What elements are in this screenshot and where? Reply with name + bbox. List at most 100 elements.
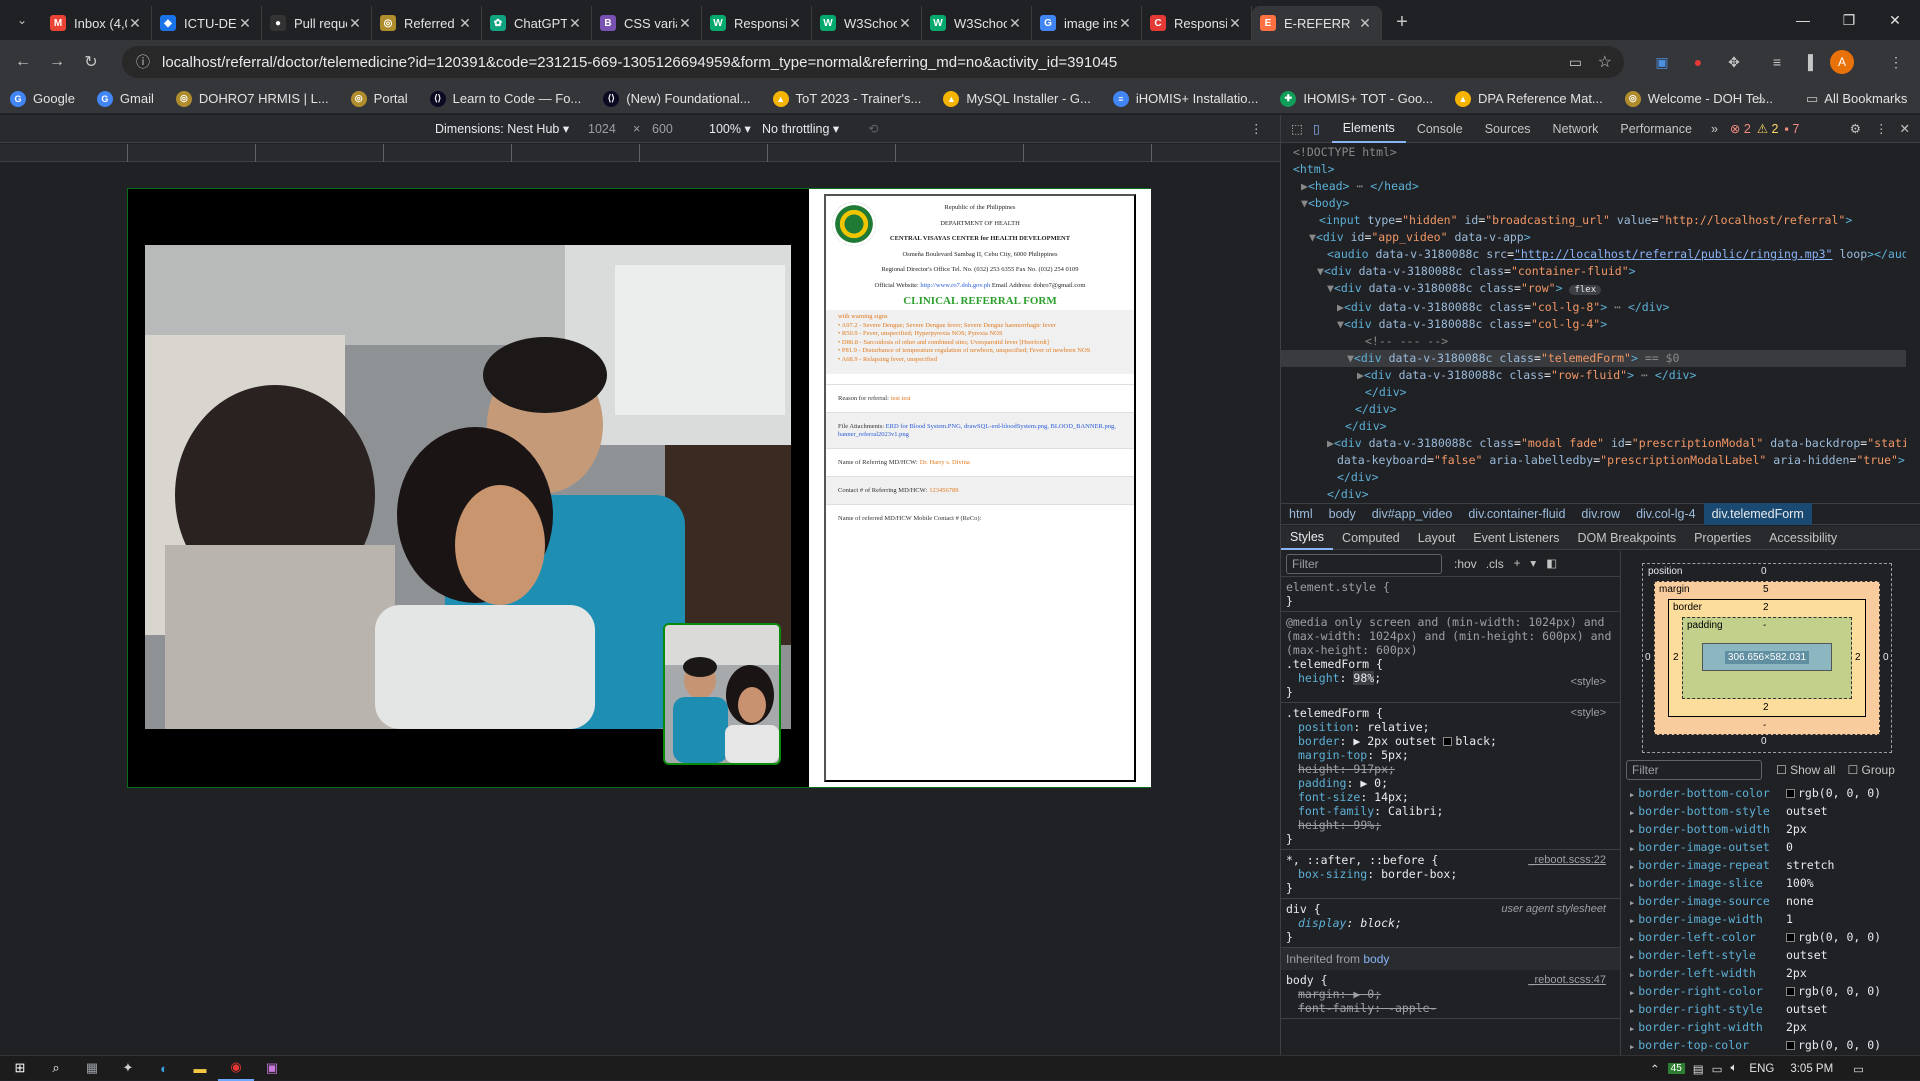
bm-content-size[interactable]: 306.656×582.031 bbox=[1724, 650, 1810, 664]
dom-line[interactable]: </div> bbox=[1281, 418, 1906, 435]
tab-close-icon[interactable]: ✕ bbox=[677, 15, 693, 32]
computed-property[interactable]: border-image-repeatstretch bbox=[1624, 857, 1912, 875]
new-tab-button[interactable]: + bbox=[1388, 8, 1416, 36]
computed-property[interactable]: border-image-outset0 bbox=[1624, 839, 1912, 857]
tab-close-icon[interactable]: ✕ bbox=[237, 15, 253, 32]
bookmark-item[interactable]: ▲ ToT 2023 - Trainer's... bbox=[772, 90, 921, 107]
css-property-overridden[interactable]: height: 917px; bbox=[1286, 762, 1615, 776]
computed-property[interactable]: border-image-width1 bbox=[1624, 911, 1912, 929]
tab-search-icon[interactable]: ⌄ bbox=[8, 6, 36, 34]
device-menu-icon[interactable]: ⋮ bbox=[1250, 121, 1263, 136]
dom-line[interactable]: ▼<div data-v-3180088c class="row"> flex bbox=[1281, 280, 1906, 299]
inherited-body-link[interactable]: body bbox=[1363, 952, 1389, 966]
elements-subtab[interactable]: Event Listeners bbox=[1464, 526, 1568, 550]
warning-count[interactable]: ⚠ 2 bbox=[1757, 121, 1779, 136]
color-swatch[interactable] bbox=[1443, 737, 1453, 746]
style-rule-media[interactable]: @media only screen and (min-width: 1024p… bbox=[1281, 612, 1620, 703]
site-info-icon[interactable]: ⓘ bbox=[136, 52, 150, 72]
dom-line[interactable]: ▶<head> ⋯ </head> bbox=[1281, 178, 1906, 195]
device-dimensions-select[interactable]: Dimensions: Nest Hub ▾ bbox=[435, 121, 569, 136]
rule-source[interactable]: <style> bbox=[1571, 675, 1606, 689]
tab-close-icon[interactable]: ✕ bbox=[1227, 15, 1243, 32]
css-property[interactable]: position: relative; bbox=[1286, 720, 1615, 734]
edge-icon[interactable]: ◐ bbox=[146, 1056, 182, 1081]
browser-tab[interactable]: W Responsive✕ bbox=[702, 6, 812, 40]
group-checkbox[interactable]: ☐ Group bbox=[1847, 763, 1894, 777]
css-property[interactable]: display: block; bbox=[1286, 916, 1615, 930]
header-website-link[interactable]: http://www.ro7.doh.gov.ph bbox=[920, 282, 990, 289]
new-rule-icon[interactable]: + bbox=[1514, 557, 1521, 571]
device-toggle-icon[interactable]: ▯ bbox=[1309, 121, 1332, 136]
dom-line[interactable]: data-keyboard="false" aria-labelledby="p… bbox=[1281, 452, 1906, 469]
reload-button[interactable]: ↻ bbox=[74, 45, 108, 79]
browser-tab[interactable]: C Responsive I✕ bbox=[1142, 6, 1252, 40]
css-property[interactable]: box-sizing: border-box; bbox=[1286, 867, 1615, 881]
color-swatch[interactable] bbox=[1786, 987, 1795, 996]
dom-line[interactable]: ▶<div data-v-3180088c class="col-lg-8"> … bbox=[1281, 299, 1906, 316]
menu-kebab-icon[interactable]: ⋮ bbox=[1884, 50, 1908, 74]
browser-tab[interactable]: E E-REFERR ✕ bbox=[1252, 6, 1382, 40]
styles-filter-input[interactable]: Filter bbox=[1286, 553, 1442, 574]
bookmark-item[interactable]: ⟨⟩ (New) Foundational... bbox=[603, 90, 751, 107]
bookmark-item[interactable]: ▲ DPA Reference Mat... bbox=[1455, 90, 1603, 107]
style-rule-element[interactable]: element.style { } bbox=[1281, 577, 1620, 612]
language-indicator[interactable]: ENG bbox=[1749, 1063, 1774, 1075]
browser-tab[interactable]: W W3Schools T✕ bbox=[922, 6, 1032, 40]
browser-tab[interactable]: B CSS variable✕ bbox=[592, 6, 702, 40]
breadcrumb-item[interactable]: div.row bbox=[1573, 503, 1628, 525]
computed-property[interactable]: border-left-color rgb(0, 0, 0) bbox=[1624, 929, 1912, 947]
rule-source[interactable]: _reboot.scss:22 bbox=[1528, 853, 1606, 867]
elements-subtab[interactable]: Computed bbox=[1333, 526, 1409, 550]
network-icon[interactable]: ▤ bbox=[1693, 1062, 1704, 1076]
devtools-tab[interactable]: Elements bbox=[1331, 115, 1406, 143]
cast-icon[interactable]: ▭ bbox=[1569, 54, 1582, 71]
phpstorm-icon[interactable]: ▣ bbox=[254, 1056, 290, 1081]
dom-line[interactable]: </div> bbox=[1281, 486, 1906, 501]
bookmark-item[interactable]: ◎ Portal bbox=[350, 90, 408, 107]
computed-property[interactable]: border-image-sourcenone bbox=[1624, 893, 1912, 911]
bookmarks-overflow-icon[interactable]: » bbox=[1758, 91, 1766, 107]
dom-line[interactable]: <html> bbox=[1281, 161, 1906, 178]
color-swatch[interactable] bbox=[1786, 789, 1795, 798]
elements-subtab[interactable]: Properties bbox=[1685, 526, 1760, 550]
css-property-overridden[interactable]: margin: ▶ 0; bbox=[1286, 987, 1615, 1001]
media-controls-icon[interactable]: ≡ bbox=[1765, 50, 1789, 74]
bookmark-star-icon[interactable]: ☆ bbox=[1598, 52, 1612, 72]
css-property[interactable]: height: 98%; bbox=[1286, 671, 1615, 685]
breadcrumb-item[interactable]: div#app_video bbox=[1364, 503, 1461, 525]
device-width-input[interactable]: 1024 bbox=[588, 122, 616, 136]
dom-line[interactable]: </div> bbox=[1281, 469, 1906, 486]
tab-close-icon[interactable]: ✕ bbox=[457, 15, 473, 32]
forward-button[interactable]: → bbox=[40, 45, 74, 79]
bookmark-item[interactable]: ⟨⟩ Learn to Code — Fo... bbox=[429, 90, 581, 107]
css-property[interactable]: font-size: 14px; bbox=[1286, 790, 1615, 804]
bookmark-item[interactable]: ◎ Welcome - DOH Tel... bbox=[1624, 90, 1773, 107]
browser-tab[interactable]: M Inbox (4,001)✕ bbox=[42, 6, 152, 40]
hov-toggle[interactable]: :hov bbox=[1454, 557, 1477, 571]
zoom-select[interactable]: 100% ▾ bbox=[709, 121, 751, 136]
computed-filter-input[interactable]: Filter bbox=[1626, 760, 1762, 780]
computed-property[interactable]: border-right-width2px bbox=[1624, 1019, 1912, 1037]
color-swatch[interactable] bbox=[1786, 933, 1795, 942]
style-rule-div[interactable]: div { user agent stylesheet display: blo… bbox=[1281, 899, 1620, 948]
show-all-checkbox[interactable]: ☐ Show all bbox=[1776, 763, 1835, 777]
style-rule-universal[interactable]: *, ::after, ::before { _reboot.scss:22 b… bbox=[1281, 850, 1620, 899]
settings-gear-icon[interactable]: ⚙ bbox=[1842, 121, 1869, 136]
css-property-overridden[interactable]: font-family: -apple- bbox=[1286, 1001, 1615, 1015]
file-explorer-icon[interactable]: ▬ bbox=[182, 1056, 218, 1081]
dom-line[interactable]: ▼<body> bbox=[1281, 195, 1906, 212]
computed-property[interactable]: border-left-styleoutset bbox=[1624, 947, 1912, 965]
tab-close-icon[interactable]: ✕ bbox=[787, 15, 803, 32]
dom-line[interactable]: </div> bbox=[1281, 401, 1906, 418]
side-panel-icon[interactable]: ▐ bbox=[1796, 50, 1820, 74]
chrome-icon[interactable]: ◉ bbox=[218, 1056, 254, 1081]
elements-subtab[interactable]: Accessibility bbox=[1760, 526, 1846, 550]
style-rule-telemedform[interactable]: .telemedForm { <style> position: relativ… bbox=[1281, 703, 1620, 850]
more-tabs-icon[interactable]: » bbox=[1703, 122, 1726, 136]
extensions-puzzle-icon[interactable]: ✥ bbox=[1722, 50, 1746, 74]
bookmark-item[interactable]: ≡ iHOMIS+ Installatio... bbox=[1112, 90, 1258, 107]
volume-icon[interactable]: 🔈︎ bbox=[1731, 1062, 1738, 1075]
breadcrumb-item[interactable]: body bbox=[1321, 503, 1364, 525]
css-property[interactable]: font-family: Calibri; bbox=[1286, 804, 1615, 818]
style-rule-body[interactable]: body { _reboot.scss:47 margin: ▶ 0; font… bbox=[1281, 970, 1620, 1019]
